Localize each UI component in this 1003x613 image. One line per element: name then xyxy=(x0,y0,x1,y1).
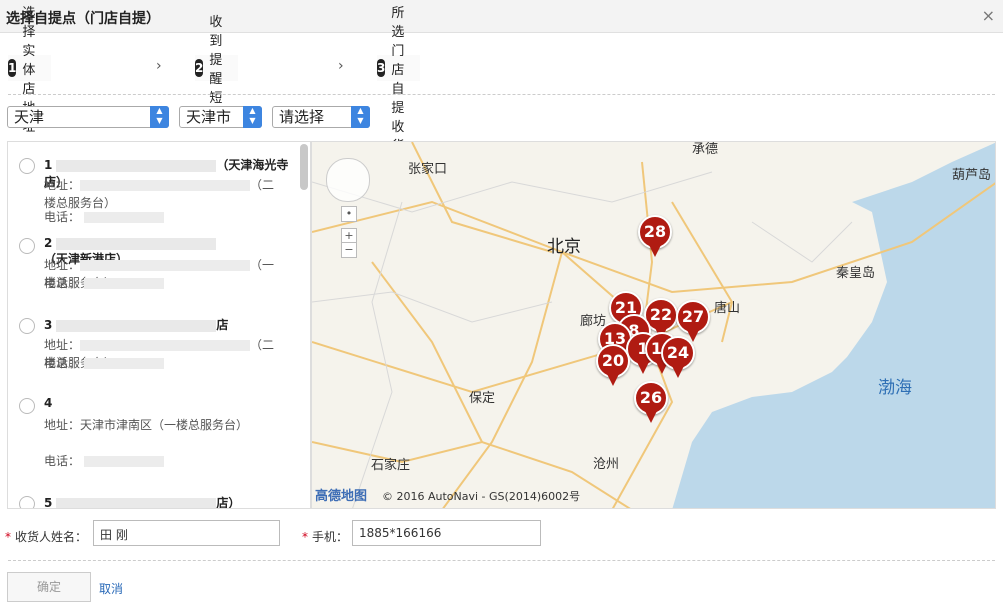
store-name: 3店 xyxy=(44,318,229,332)
store-radio[interactable] xyxy=(19,158,35,174)
select-arrows-icon: ▲ ▼ xyxy=(351,106,370,128)
phone-row: * 手机： 1885*166166 xyxy=(302,520,542,548)
cancel-button[interactable]: 取消 xyxy=(99,580,123,597)
map-label: 北京 xyxy=(547,237,581,257)
divider xyxy=(8,560,995,561)
scrollbar[interactable] xyxy=(300,144,308,190)
store-radio[interactable] xyxy=(19,318,35,334)
step-1: 1 选择实体店地址 xyxy=(8,6,52,135)
store-radio[interactable] xyxy=(19,398,35,414)
map-view[interactable]: • + − 张家口 承德 北京 廊坊 保定 石家庄 沧州 唐山 秦皇岛 葫芦岛 … xyxy=(311,141,996,509)
store-name: 4 xyxy=(44,396,53,410)
map-label: 张家口 xyxy=(408,162,448,177)
store-address: 地址：天津市津南区（一楼总服务台） xyxy=(44,418,249,432)
store-radio[interactable] xyxy=(19,496,35,508)
map-copyright: © 2016 AutoNavi - GS(2014)6002号 xyxy=(382,490,581,503)
store-list[interactable]: 1 （天津海光寺店） 地址： （二楼总服务台） 电话： 2（天津新港店） 地址： （一… xyxy=(7,141,311,509)
district-select[interactable]: 请选择 ▲ ▼ xyxy=(272,106,370,128)
store-phone: 电话： xyxy=(44,452,165,469)
step-label-3: 到所选门店自提收货 xyxy=(391,0,405,154)
map-label: 保定 xyxy=(469,391,496,406)
map-pan-control[interactable] xyxy=(326,158,370,202)
district-select-value: 请选择 xyxy=(279,108,325,126)
locate-icon[interactable]: • xyxy=(341,206,357,222)
map-label: 唐山 xyxy=(714,301,741,316)
map-logo: 高德地图 xyxy=(315,489,368,504)
confirm-button[interactable]: 确定 xyxy=(7,572,91,602)
store-phone: 电话： xyxy=(44,354,165,371)
phone-input[interactable]: 1885*166166 xyxy=(352,520,541,546)
step-number-1: 1 xyxy=(8,59,17,77)
store-marker[interactable]: 24 xyxy=(661,336,695,380)
map-label: 承德 xyxy=(692,142,719,157)
store-item[interactable]: 5 店） xyxy=(8,494,298,509)
map-label: 葫芦岛 xyxy=(952,168,992,183)
step-2: 2 收到提醒短信 xyxy=(195,15,239,125)
close-icon[interactable]: × xyxy=(982,6,995,25)
store-marker[interactable]: 26 xyxy=(634,381,668,425)
city-select-value: 天津市 xyxy=(186,108,232,126)
chevron-right-icon: › xyxy=(156,58,162,74)
chevron-right-icon: › xyxy=(338,58,344,74)
store-item[interactable]: 3店 地址： （二楼总服务台） 电话： xyxy=(8,316,298,386)
store-marker[interactable]: 28 xyxy=(638,215,672,259)
map-label: 石家庄 xyxy=(371,458,411,473)
select-arrows-icon: ▲ ▼ xyxy=(150,106,169,128)
map-label: 秦皇岛 xyxy=(836,266,876,281)
map-label: 沧州 xyxy=(593,457,620,472)
store-item[interactable]: 4 地址：天津市津南区（一楼总服务台） 电话： xyxy=(8,396,298,486)
store-item[interactable]: 2（天津新港店） 地址： （一楼总服务台） 电话： xyxy=(8,236,298,306)
store-marker[interactable]: 20 xyxy=(596,344,630,388)
select-arrows-icon: ▲ ▼ xyxy=(243,106,262,128)
store-phone: 电话： xyxy=(44,208,165,225)
zoom-out-button[interactable]: − xyxy=(341,242,357,258)
divider xyxy=(8,94,995,95)
store-radio[interactable] xyxy=(19,238,35,254)
recipient-name-row: * 收货人姓名： 田 刚 xyxy=(5,520,285,548)
city-select[interactable]: 天津市 ▲ ▼ xyxy=(179,106,262,128)
recipient-name-label: * 收货人姓名： xyxy=(5,530,88,544)
map-label: 渤海 xyxy=(878,378,912,398)
province-select-value: 天津 xyxy=(14,108,45,126)
step-number-3: 3 xyxy=(377,59,386,77)
province-select[interactable]: 天津 ▲ ▼ xyxy=(7,106,169,128)
phone-label: * 手机： xyxy=(302,530,349,544)
step-number-2: 2 xyxy=(195,59,204,77)
recipient-name-input[interactable]: 田 刚 xyxy=(93,520,280,546)
store-address: 地址： （二楼总服务台） xyxy=(44,178,275,210)
store-name: 5 店） xyxy=(44,496,241,509)
store-item[interactable]: 1 （天津海光寺店） 地址： （二楼总服务台） 电话： xyxy=(8,156,298,226)
dialog-titlebar: 选择自提点（门店自提） × xyxy=(0,0,1003,33)
step-3: 3 到所选门店自提收货 xyxy=(377,0,421,154)
store-phone: 电话： xyxy=(44,274,165,291)
